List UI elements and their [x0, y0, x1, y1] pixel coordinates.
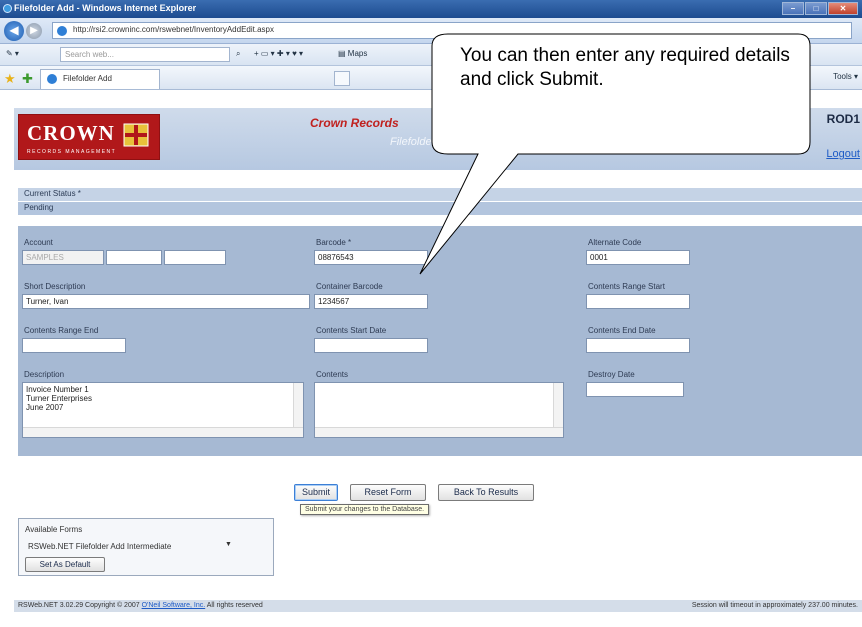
- url-field[interactable]: http://rsi2.crowninc.com/rswebnet/Invent…: [52, 22, 852, 39]
- window-titlebar: Filefolder Add - Windows Internet Explor…: [0, 0, 862, 18]
- submit-tooltip: Submit your changes to the Database.: [300, 504, 430, 515]
- maps-button[interactable]: ▤ Maps: [338, 49, 367, 58]
- minimize-button[interactable]: –: [782, 2, 804, 15]
- logo-subtext: RECORDS MANAGEMENT: [27, 149, 117, 155]
- search-icon[interactable]: ⌕: [236, 49, 240, 59]
- page-footer: RSWeb.NET 3.02.29 Copyright © 2007 O'Nei…: [14, 600, 862, 612]
- tools-label: Tools: [833, 72, 852, 81]
- address-bar: ◀ ▶ http://rsi2.crowninc.com/rswebnet/In…: [0, 18, 862, 44]
- description-line-3: June 2007: [26, 403, 64, 412]
- container-barcode-field[interactable]: 1234567: [314, 294, 428, 309]
- chevron-down-icon: ▼: [225, 541, 232, 548]
- status-select[interactable]: Pending: [18, 202, 862, 215]
- contents-label: Contents: [316, 370, 349, 379]
- available-forms-title: Available Forms: [25, 525, 83, 534]
- account-sub2-field[interactable]: [164, 250, 226, 265]
- app-header: CROWN RECORDS MANAGEMENT Crown Records F…: [14, 108, 862, 170]
- available-forms-panel: Available Forms RSWeb.NET Filefolder Add…: [18, 518, 274, 576]
- add-favorite-icon[interactable]: ✚: [22, 71, 33, 87]
- submit-button[interactable]: Submit: [294, 484, 338, 501]
- description-line-1: Invoice Number 1: [26, 385, 89, 394]
- ie-icon: [3, 4, 12, 13]
- crown-icon: [123, 123, 149, 147]
- short-description-label: Short Description: [24, 282, 86, 291]
- contents-start-date-field[interactable]: [314, 338, 428, 353]
- company-link[interactable]: O'Neil Software, Inc.: [142, 602, 206, 609]
- tab-icon: [47, 74, 57, 84]
- contents-end-date-label: Contents End Date: [588, 326, 656, 335]
- maximize-button[interactable]: □: [805, 2, 827, 15]
- container-barcode-label: Container Barcode: [316, 282, 383, 291]
- tools-menu[interactable]: Tools ▾: [833, 72, 858, 81]
- forward-arrow-icon[interactable]: ▶: [26, 23, 42, 39]
- contents-range-end-label: Contents Range End: [24, 326, 99, 335]
- contents-textarea[interactable]: [314, 382, 564, 438]
- close-button[interactable]: ✕: [828, 2, 858, 15]
- contents-start-date-label: Contents Start Date: [316, 326, 387, 335]
- reset-form-button[interactable]: Reset Form: [350, 484, 426, 501]
- barcode-label: Barcode *: [316, 238, 352, 247]
- alternate-code-field[interactable]: 0001: [586, 250, 690, 265]
- contents-hscrollbar[interactable]: [315, 427, 563, 437]
- maps-icon: ▤: [338, 49, 346, 58]
- item-form: Account SAMPLES Short Description Turner…: [18, 226, 862, 456]
- account-field: SAMPLES: [22, 250, 104, 265]
- barcode-field[interactable]: 08876543: [314, 250, 428, 265]
- logo-word: CROWN: [27, 121, 115, 145]
- tab-filefolder-add[interactable]: Filefolder Add: [40, 69, 160, 89]
- back-arrow-icon[interactable]: ◀: [4, 21, 24, 41]
- contents-end-date-field[interactable]: [586, 338, 690, 353]
- status-label: Current Status *: [18, 188, 862, 201]
- contents-range-start-field[interactable]: [586, 294, 690, 309]
- back-to-results-button[interactable]: Back To Results: [438, 484, 534, 501]
- window-title: Filefolder Add - Windows Internet Explor…: [14, 3, 197, 13]
- destroy-date-field[interactable]: [586, 382, 684, 397]
- set-as-default-button[interactable]: Set As Default: [25, 557, 105, 572]
- app-page: CROWN RECORDS MANAGEMENT Crown Records F…: [14, 108, 862, 612]
- account-label: Account: [24, 238, 53, 247]
- description-label: Description: [24, 370, 65, 379]
- copyright-text: RSWeb.NET 3.02.29 Copyright © 2007: [18, 602, 140, 609]
- url-text: http://rsi2.crowninc.com/rswebnet/Invent…: [73, 25, 274, 34]
- session-timeout-text: Session will timeout in approximately 23…: [691, 602, 858, 609]
- app-title: Crown Records: [310, 116, 399, 130]
- page-subtitle: Filefolder: [390, 136, 436, 148]
- rights-text: All rights reserved: [206, 602, 263, 609]
- description-line-2: Turner Enterprises: [26, 394, 92, 403]
- available-forms-select[interactable]: RSWeb.NET Filefolder Add Intermediate ▼: [25, 540, 239, 555]
- toolbar-buttons[interactable]: + ▭ ▾ ✚ ▾ ♥ ▾: [254, 49, 303, 58]
- new-tab-button[interactable]: [334, 71, 350, 86]
- user-name: ROD1: [826, 112, 860, 126]
- page-icon: [57, 26, 67, 36]
- contents-range-start-label: Contents Range Start: [588, 282, 665, 291]
- logout-link[interactable]: Logout: [826, 148, 860, 160]
- short-description-field[interactable]: Turner, Ivan: [22, 294, 310, 309]
- toolbar-menu-icon[interactable]: ✎ ▾: [6, 49, 19, 58]
- available-forms-selected: RSWeb.NET Filefolder Add Intermediate: [28, 542, 172, 551]
- window-controls: – □ ✕: [782, 2, 858, 15]
- description-hscrollbar[interactable]: [23, 427, 303, 437]
- callout-text: You can then enter any required details …: [460, 45, 790, 90]
- tab-label: Filefolder Add: [63, 74, 112, 83]
- maps-label: Maps: [347, 49, 368, 58]
- account-sub1-field[interactable]: [106, 250, 162, 265]
- favorites-star-icon[interactable]: ★: [4, 71, 16, 87]
- description-textarea[interactable]: Invoice Number 1 Turner Enterprises June…: [22, 382, 304, 438]
- search-input[interactable]: Search web...: [60, 47, 230, 62]
- alternate-code-label: Alternate Code: [588, 238, 642, 247]
- crown-logo: CROWN RECORDS MANAGEMENT: [18, 114, 160, 160]
- contents-range-end-field[interactable]: [22, 338, 126, 353]
- destroy-date-label: Destroy Date: [588, 370, 635, 379]
